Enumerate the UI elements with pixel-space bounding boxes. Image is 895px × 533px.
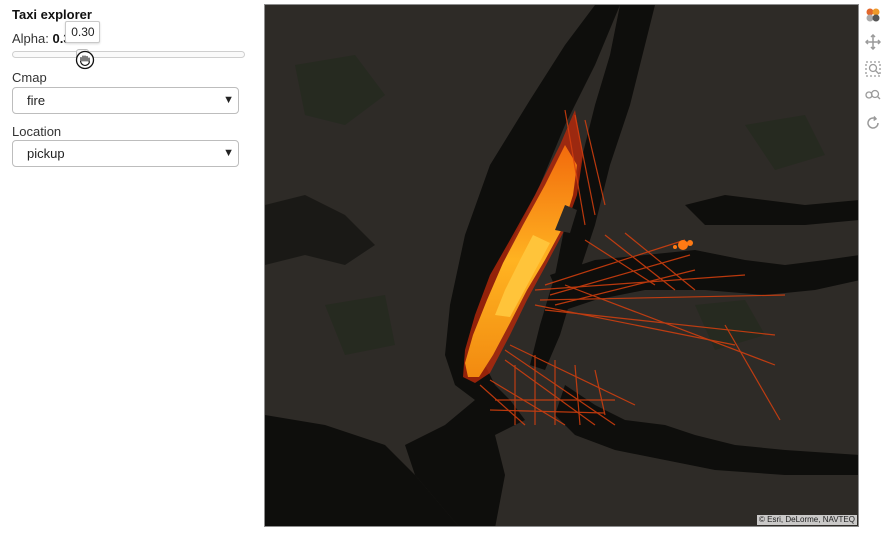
panel-title: Taxi explorer bbox=[12, 7, 92, 22]
location-select[interactable]: pickup ▼ bbox=[12, 140, 239, 167]
pan-icon[interactable] bbox=[862, 31, 884, 53]
map-canvas[interactable] bbox=[265, 5, 859, 527]
control-panel: Taxi explorer Alpha: 0.3 0.30 Cmap fire … bbox=[0, 0, 255, 533]
cmap-label: Cmap bbox=[12, 70, 47, 85]
alpha-label-text: Alpha: bbox=[12, 31, 53, 46]
alpha-label: Alpha: 0.3 bbox=[12, 31, 71, 46]
map-attribution: © Esri, DeLorme, NAVTEQ bbox=[757, 515, 857, 525]
grab-cursor-icon bbox=[76, 50, 95, 70]
map-plot[interactable]: © Esri, DeLorme, NAVTEQ bbox=[264, 4, 859, 527]
alpha-slider[interactable] bbox=[12, 51, 245, 58]
alpha-tooltip: 0.30 bbox=[65, 21, 101, 43]
wheel-zoom-icon[interactable] bbox=[862, 85, 884, 107]
bokeh-logo-icon[interactable] bbox=[862, 4, 884, 26]
location-selected-value: pickup bbox=[27, 146, 65, 161]
box-zoom-icon[interactable] bbox=[862, 58, 884, 80]
chevron-down-icon: ▼ bbox=[223, 147, 234, 159]
cmap-select[interactable]: fire ▼ bbox=[12, 87, 239, 114]
chevron-down-icon: ▼ bbox=[223, 94, 234, 106]
reset-icon[interactable] bbox=[862, 112, 884, 134]
location-label: Location bbox=[12, 124, 62, 139]
cmap-selected-value: fire bbox=[27, 93, 46, 108]
